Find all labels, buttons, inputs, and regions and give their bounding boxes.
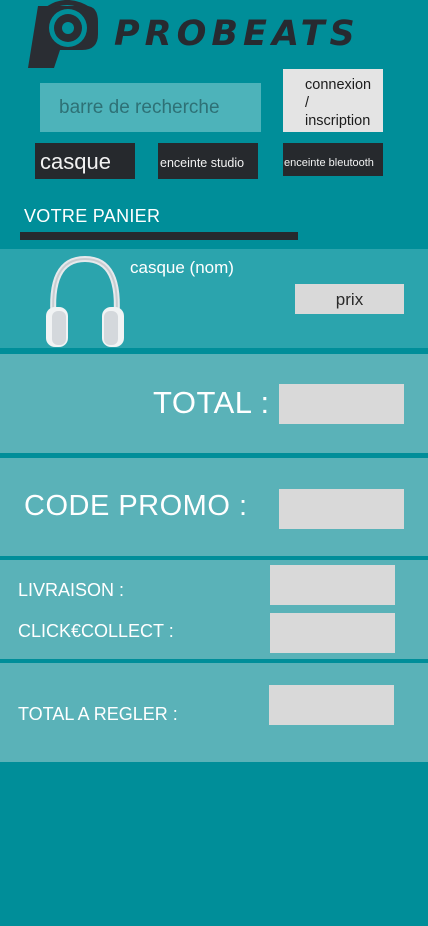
headphones-icon [46,255,124,347]
category-bluetooth-speaker-button[interactable]: enceinte bleutooth [283,143,383,176]
click-collect-label: CLICK€COLLECT : [18,621,174,641]
login-label-line-3: inscription [305,112,371,129]
category-casque-button[interactable]: casque [35,143,135,179]
search-input[interactable] [40,83,261,132]
login-signup-button[interactable]: connexion / inscription [283,69,383,132]
amount-due-field [269,685,394,725]
promo-code-label: CODE PROMO : [24,490,248,522]
total-label: TOTAL : [153,385,270,420]
login-label-line-1: connexion [305,76,372,93]
login-label-line-2: / [305,94,310,111]
cart-title: VOTRE PANIER [24,206,161,226]
total-value-field [279,384,404,424]
probeats-logo-icon [28,0,98,68]
delivery-option[interactable] [270,565,395,605]
brand-name: PROBEATS [114,14,360,54]
cart-item-name: casque (nom) [130,258,234,277]
cart-item-price: prix [295,284,404,314]
click-collect-option[interactable] [270,613,395,653]
cart-title-underline [20,232,298,240]
category-studio-speaker-button[interactable]: enceinte studio [158,143,258,179]
promo-code-input[interactable] [279,489,404,529]
delivery-label: LIVRAISON : [18,580,125,600]
amount-due-label: TOTAL A REGLER : [18,704,178,724]
